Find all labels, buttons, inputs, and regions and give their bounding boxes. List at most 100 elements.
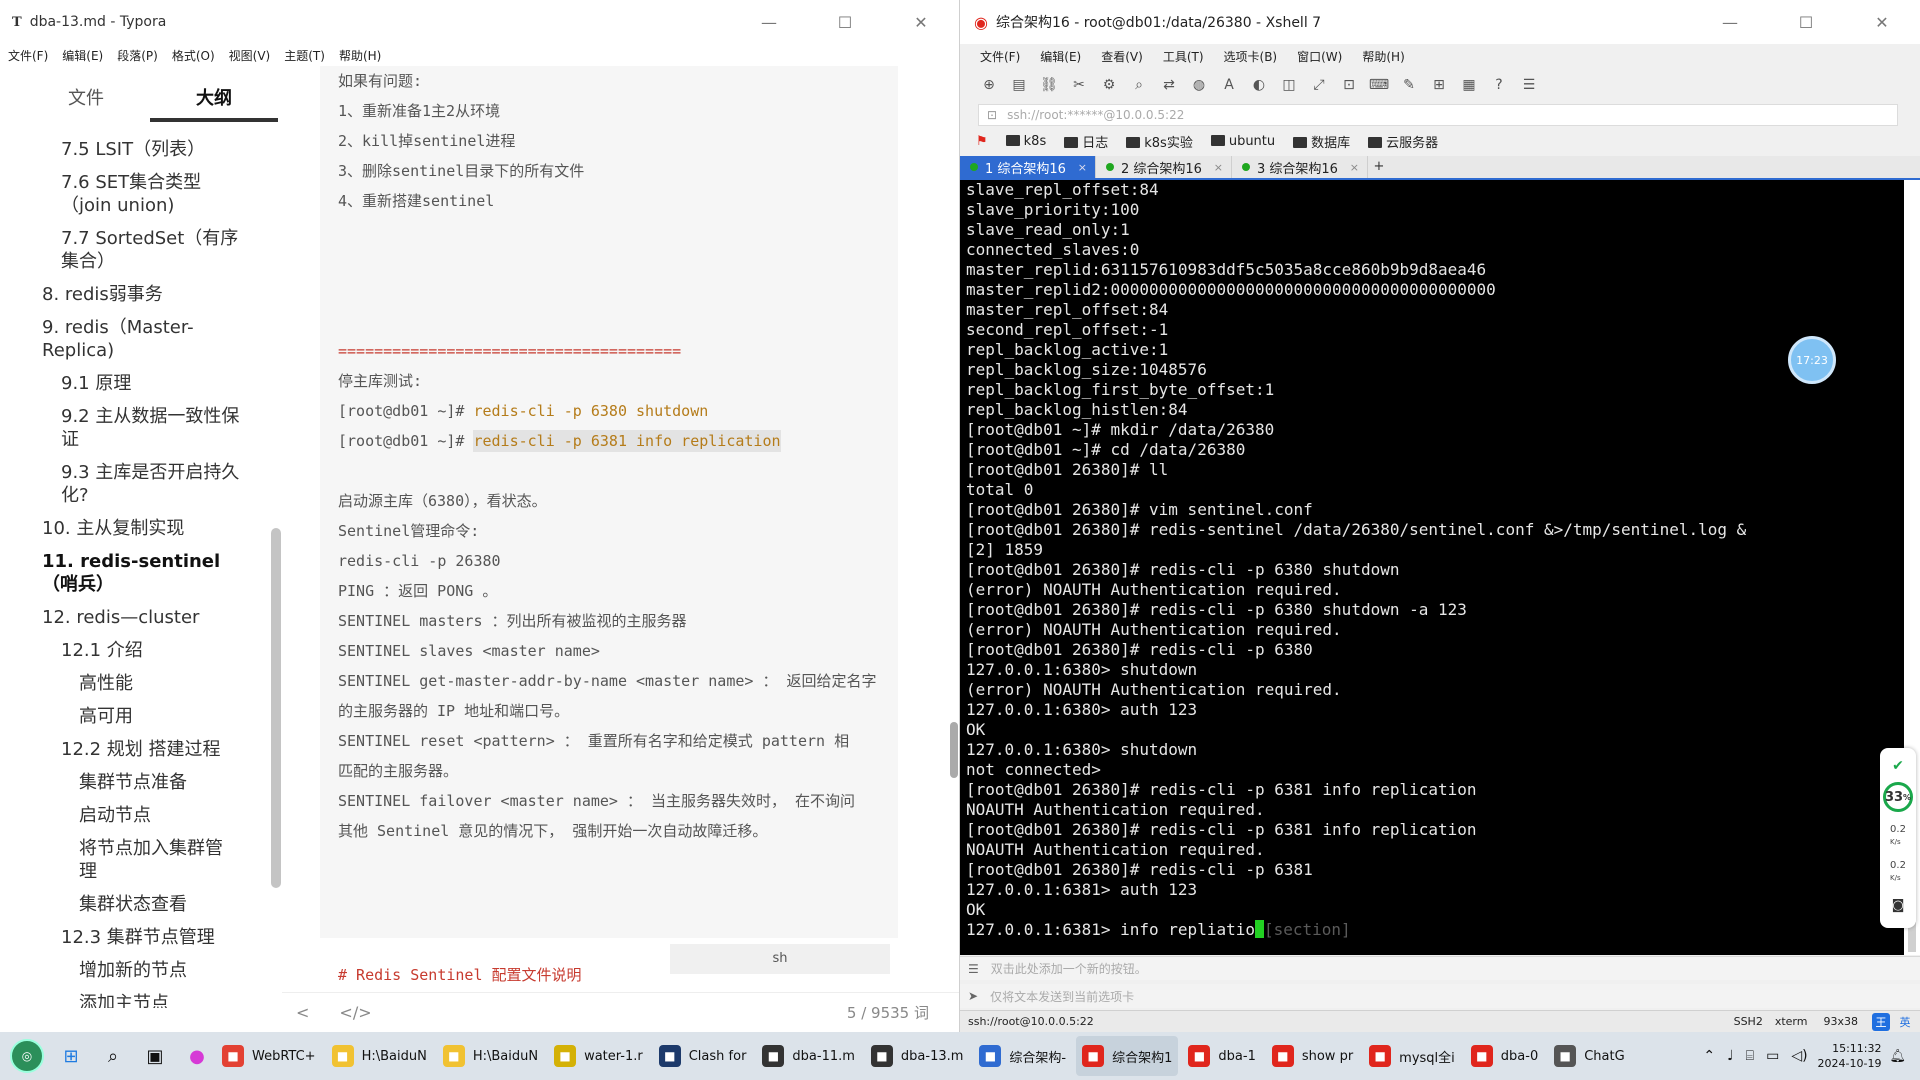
close-button[interactable]: ✕: [1844, 0, 1920, 44]
session-tab[interactable]: 1 综合架构16 ×: [960, 156, 1096, 178]
mic-icon[interactable]: ♩: [1727, 1048, 1734, 1064]
typora-menu-item[interactable]: 格式(O): [172, 47, 215, 64]
highlight-icon[interactable]: ✎: [1396, 74, 1422, 96]
editor-scrollbar[interactable]: [950, 722, 958, 778]
compose-bar[interactable]: ➤ 仅将文本发送到当前选项卡: [960, 984, 1920, 1008]
source-mode-icon[interactable]: </>: [339, 1003, 371, 1022]
floating-assistant-bubble[interactable]: 17:23: [1788, 336, 1836, 384]
outline-item[interactable]: 将节点加入集群管理: [0, 837, 270, 883]
bookmark-item[interactable]: 日志: [1064, 132, 1108, 151]
help-icon[interactable]: ?: [1486, 74, 1512, 96]
task-view-icon[interactable]: ▣: [140, 1041, 170, 1071]
taskbar-app[interactable]: ■ H:\BaiduN: [326, 1036, 433, 1076]
terminal-prompt[interactable]: 127.0.0.1:6381> info repliatio [section]: [966, 920, 1904, 940]
add-icon[interactable]: ⊞: [1426, 74, 1452, 96]
toggle-sidebar-icon[interactable]: <: [296, 1003, 309, 1022]
code-block[interactable]: 如果有问题: 1、重新准备1主2从环境 2、kill掉sentinel进程 3、删除s…: [320, 66, 898, 938]
outline-item[interactable]: 12.2 规划 搭建过程: [0, 738, 270, 761]
tab-files[interactable]: 文件: [22, 84, 150, 128]
ime-logo[interactable]: 王: [1872, 1012, 1890, 1031]
taskbar-app[interactable]: ■ dba-11.m: [756, 1036, 861, 1076]
typora-menu-item[interactable]: 段落(P): [117, 47, 158, 64]
menu-icon[interactable]: ☰: [968, 962, 979, 976]
outline-item[interactable]: 7.5 LSIT（列表）: [0, 138, 270, 161]
xshell-menu-item[interactable]: 文件(F): [980, 48, 1020, 65]
layout-icon[interactable]: ▦: [1456, 74, 1482, 96]
outline-item[interactable]: 9.1 原理: [0, 372, 270, 395]
outline-item[interactable]: 8. redis弱事务: [0, 283, 270, 306]
outline-item[interactable]: 7.7 SortedSet（有序集合）: [0, 227, 270, 273]
find-icon[interactable]: ⌕: [1126, 74, 1152, 96]
outline-item[interactable]: 12.1 介绍: [0, 639, 270, 662]
taskbar-app[interactable]: ■ ChatG: [1548, 1036, 1630, 1076]
search-icon[interactable]: ⌕: [98, 1041, 128, 1071]
taskbar-app[interactable]: ■ water-1.r: [548, 1036, 649, 1076]
editor-area[interactable]: 如果有问题: 1、重新准备1主2从环境 2、kill掉sentinel进程 3、删除s…: [282, 66, 959, 992]
typora-menu-item[interactable]: 帮助(H): [339, 47, 381, 64]
outline-item[interactable]: 7.6 SET集合类型（join union): [0, 171, 270, 217]
outline-item[interactable]: 集群节点准备: [0, 771, 270, 794]
outline-item[interactable]: 10. 主从复制实现: [0, 517, 270, 540]
minimize-button[interactable]: —: [731, 0, 807, 44]
chevron-up-icon[interactable]: ⌃: [1703, 1048, 1715, 1064]
open-folder-icon[interactable]: ▤: [1006, 74, 1032, 96]
session-tab[interactable]: 2 综合架构16 ×: [1096, 156, 1232, 178]
taskbar-app[interactable]: ■ Clash for: [653, 1036, 753, 1076]
clock[interactable]: 15:11:32 2024-10-19: [1818, 1041, 1882, 1071]
windows-icon[interactable]: ⊞: [56, 1041, 86, 1071]
maximize-button[interactable]: ☐: [1768, 0, 1844, 44]
bookmark-flag-icon[interactable]: ⚑: [976, 134, 988, 149]
taskbar-app[interactable]: ■ 综合架构-: [973, 1036, 1072, 1076]
outline-item[interactable]: 增加新的节点: [0, 959, 270, 982]
volume-icon[interactable]: ◁): [1791, 1048, 1807, 1064]
notification-icon[interactable]: 🔔︎: [1889, 1049, 1906, 1064]
typora-menu-item[interactable]: 文件(F): [8, 47, 48, 64]
outline-item[interactable]: 9.3 主库是否开启持久化?: [0, 461, 270, 507]
outline-item[interactable]: 启动节点: [0, 804, 270, 827]
bookmark-item[interactable]: k8s: [1005, 134, 1046, 149]
sidebar-scrollbar[interactable]: [271, 528, 281, 888]
code-language-label[interactable]: sh: [670, 944, 890, 974]
taskbar-app[interactable]: ■ dba-13.m: [865, 1036, 970, 1076]
keyboard-icon[interactable]: ⌨: [1366, 74, 1392, 96]
display-icon[interactable]: ▭: [1766, 1048, 1779, 1064]
new-session-icon[interactable]: ⊕: [976, 74, 1002, 96]
fullscreen-icon[interactable]: ⤢: [1306, 74, 1332, 96]
outline-item[interactable]: 9. redis（Master-Replica): [0, 316, 270, 362]
outline-item[interactable]: 11. redis-sentinel（哨兵）: [0, 550, 270, 596]
outline-item[interactable]: 高性能: [0, 672, 270, 695]
xshell-menu-item[interactable]: 编辑(E): [1040, 48, 1081, 65]
ime-mode[interactable]: 英: [1896, 1013, 1914, 1031]
system-monitor-widget[interactable]: ✔ 33% 0.2 K/s 0.2 K/s ◙: [1880, 748, 1916, 928]
xshell-menu-item[interactable]: 查看(V): [1101, 48, 1143, 65]
start-orb-icon[interactable]: ◎: [10, 1039, 44, 1073]
outline-item[interactable]: 12.3 集群节点管理: [0, 926, 270, 949]
close-tab-icon[interactable]: ×: [1078, 161, 1087, 174]
transfer-icon[interactable]: ⇄: [1156, 74, 1182, 96]
close-button[interactable]: ✕: [883, 0, 959, 44]
taskbar-app[interactable]: ■ WebRTC+: [216, 1036, 322, 1076]
font-icon[interactable]: A: [1216, 74, 1242, 96]
disconnect-icon[interactable]: ✂: [1066, 74, 1092, 96]
outline-item[interactable]: 高可用: [0, 705, 270, 728]
screenshot-icon[interactable]: ◫: [1276, 74, 1302, 96]
typora-menu-item[interactable]: 视图(V): [229, 47, 271, 64]
close-tab-icon[interactable]: ×: [1214, 161, 1223, 174]
bookmark-item[interactable]: 数据库: [1293, 132, 1350, 151]
address-bar[interactable]: ⊡ ssh://root:******@10.0.0.5:22: [978, 104, 1898, 126]
bookmark-item[interactable]: 云服务器: [1368, 132, 1438, 151]
taskbar-app[interactable]: ■ mysql全i: [1363, 1036, 1461, 1076]
outline-item[interactable]: 9.2 主从数据一致性保证: [0, 405, 270, 451]
xshell-menu-item[interactable]: 帮助(H): [1362, 48, 1404, 65]
new-tab-button[interactable]: +: [1368, 156, 1390, 178]
camera-icon[interactable]: ◙: [1892, 898, 1905, 913]
xshell-menu-item[interactable]: 窗口(W): [1297, 48, 1342, 65]
outline-item[interactable]: 添加主节点: [0, 992, 270, 1008]
color-app-icon[interactable]: ●: [182, 1041, 212, 1071]
outline-item[interactable]: 12. redis—cluster: [0, 606, 270, 629]
tab-outline[interactable]: 大纲: [150, 84, 278, 122]
reconnect-icon[interactable]: ⛓: [1036, 74, 1062, 96]
taskbar-app[interactable]: ■ show pr: [1266, 1036, 1359, 1076]
minimize-button[interactable]: —: [1692, 0, 1768, 44]
word-count[interactable]: 5 / 9535 词: [847, 1002, 929, 1023]
